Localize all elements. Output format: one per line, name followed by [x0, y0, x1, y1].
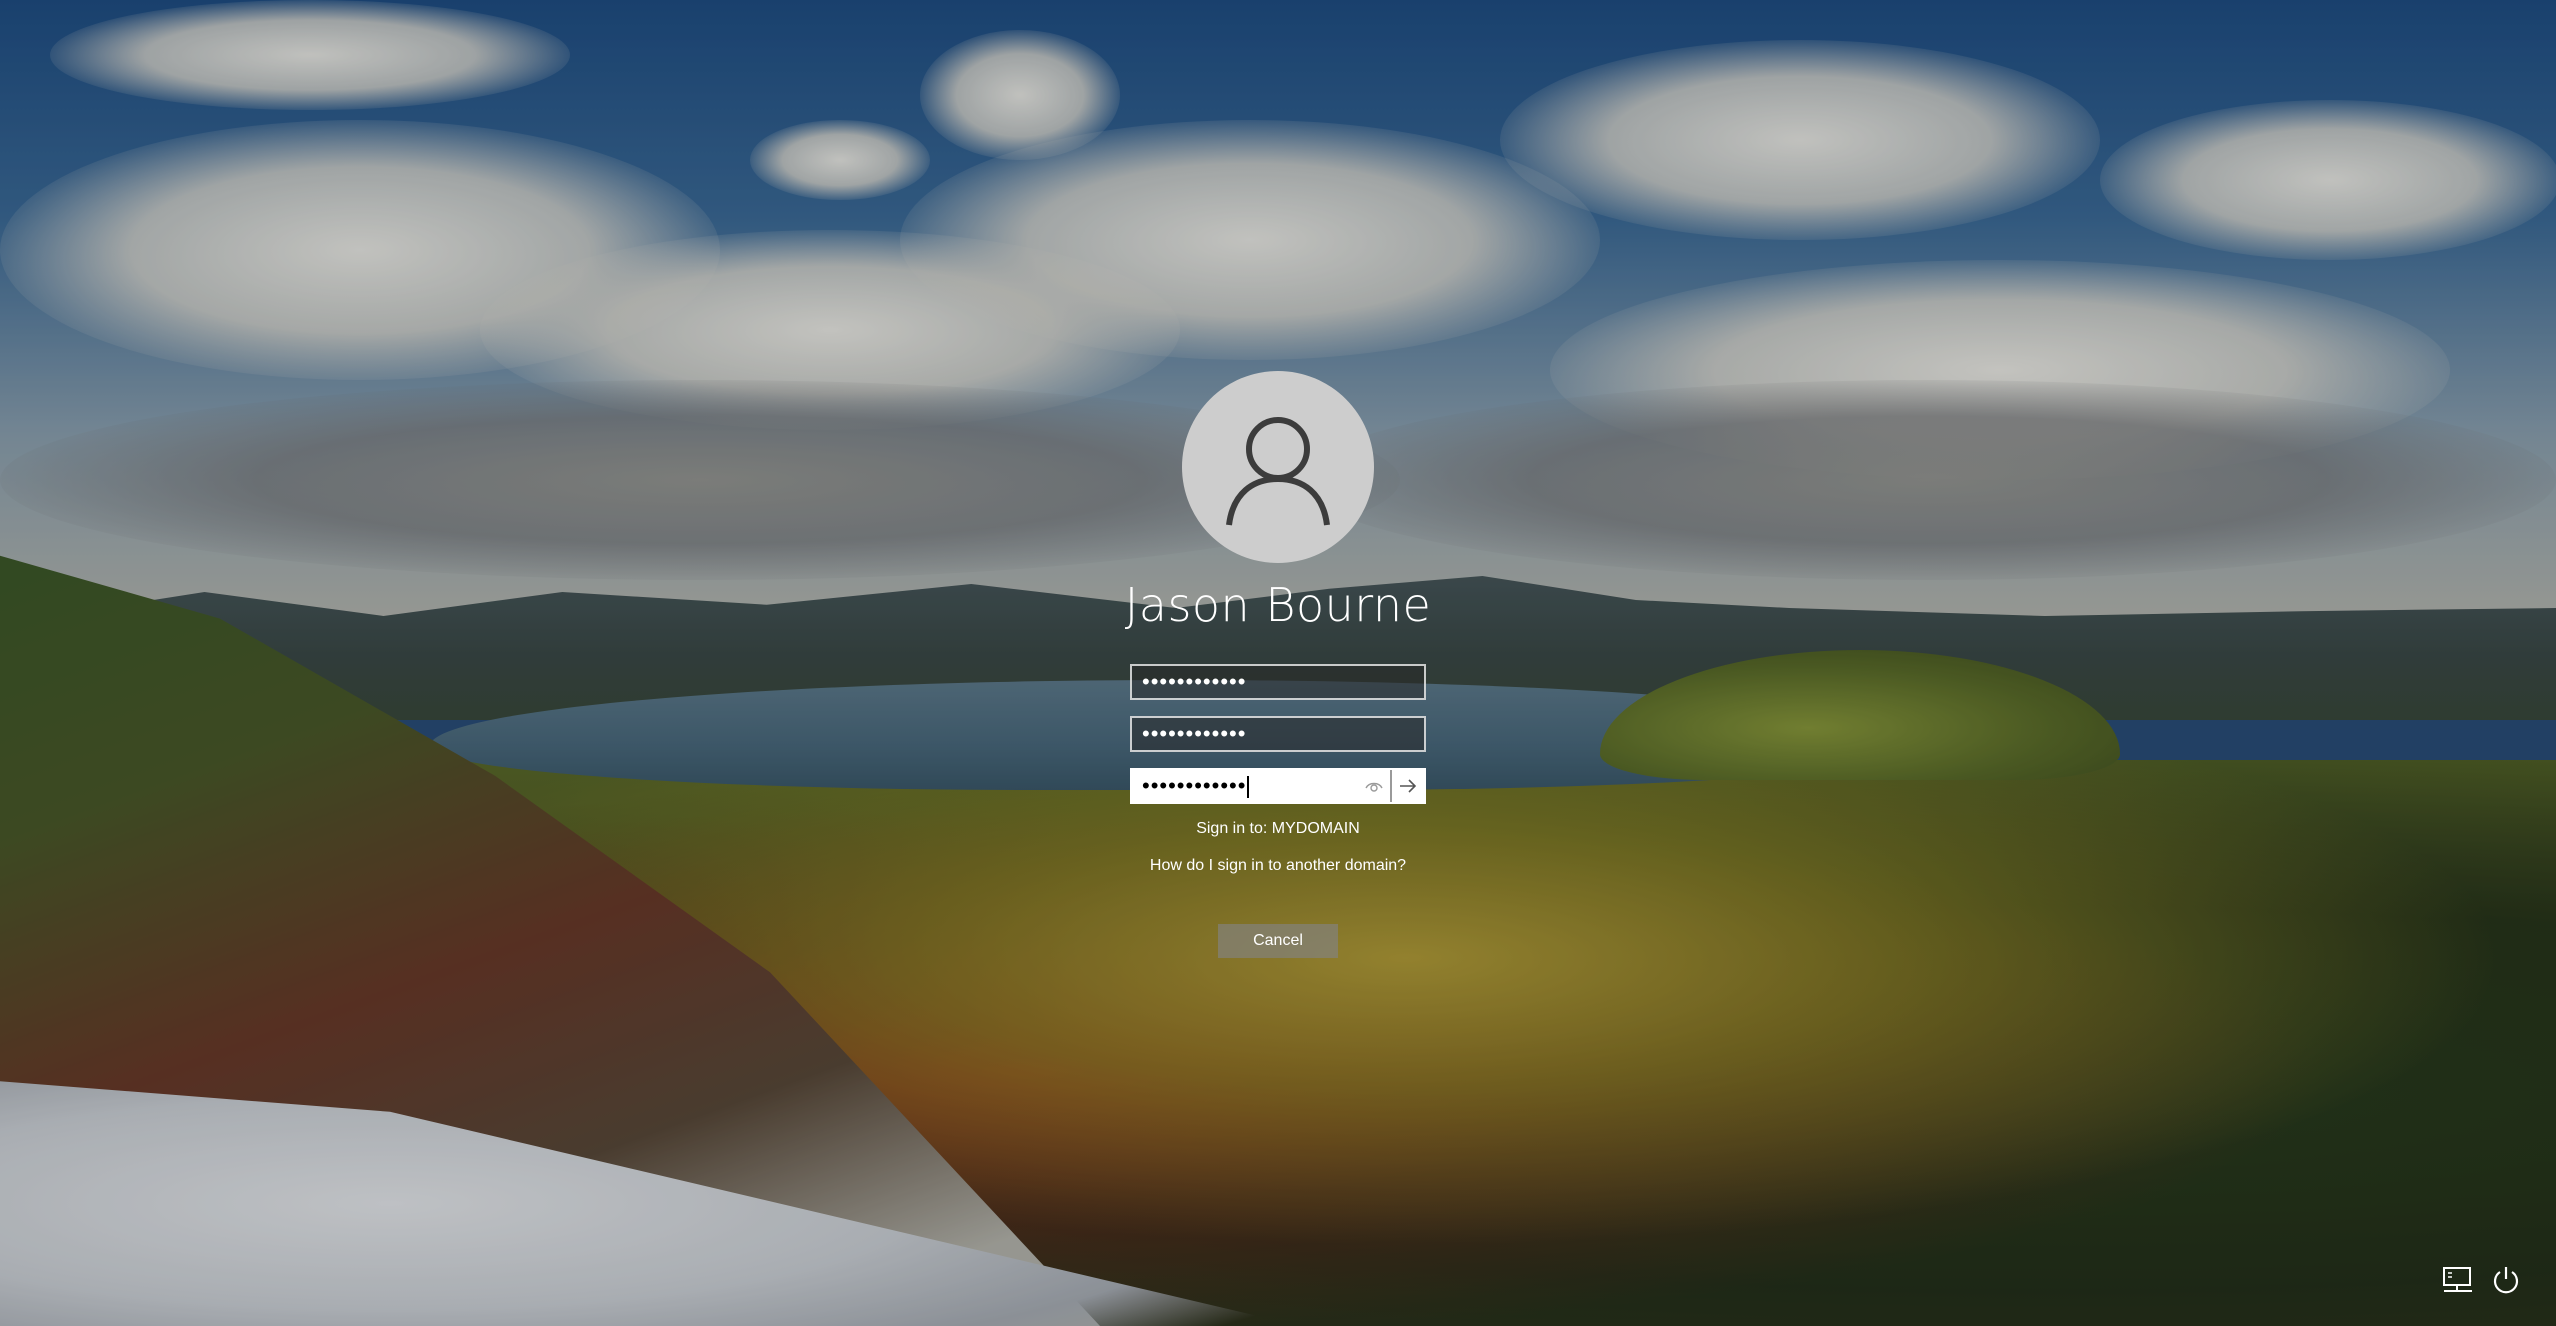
- user-name: Jason Bourne: [1124, 578, 1432, 632]
- password-field[interactable]: ••••••••••••: [1130, 716, 1426, 752]
- username-field[interactable]: ••••••••••••: [1130, 664, 1426, 700]
- background-dim: [0, 0, 2556, 1326]
- network-button[interactable]: [2440, 1262, 2476, 1298]
- network-icon: [2443, 1267, 2472, 1292]
- eye-icon[interactable]: [1364, 776, 1384, 796]
- power-button[interactable]: [2488, 1262, 2524, 1298]
- text-caret: [1247, 776, 1250, 799]
- submit-button[interactable]: [1390, 770, 1424, 802]
- lock-screen: Jason Bourne •••••••••••• •••••••••••• •…: [0, 0, 2556, 1326]
- password-value: ••••••••••••: [1142, 721, 1247, 746]
- power-icon: [2493, 1267, 2519, 1294]
- arrow-right-icon: [1400, 779, 1417, 793]
- other-domain-link[interactable]: How do I sign in to another domain?: [0, 857, 2556, 875]
- user-avatar: [1182, 371, 1374, 563]
- user-silhouette-icon: [1226, 417, 1330, 526]
- sign-in-domain-text: Sign in to: MYDOMAIN: [1196, 820, 1360, 837]
- cancel-button[interactable]: Cancel: [1218, 924, 1338, 958]
- confirm-password-value: ••••••••••••: [1142, 773, 1247, 798]
- username-value: ••••••••••••: [1142, 669, 1247, 694]
- confirm-password-field[interactable]: ••••••••••••: [1130, 768, 1426, 804]
